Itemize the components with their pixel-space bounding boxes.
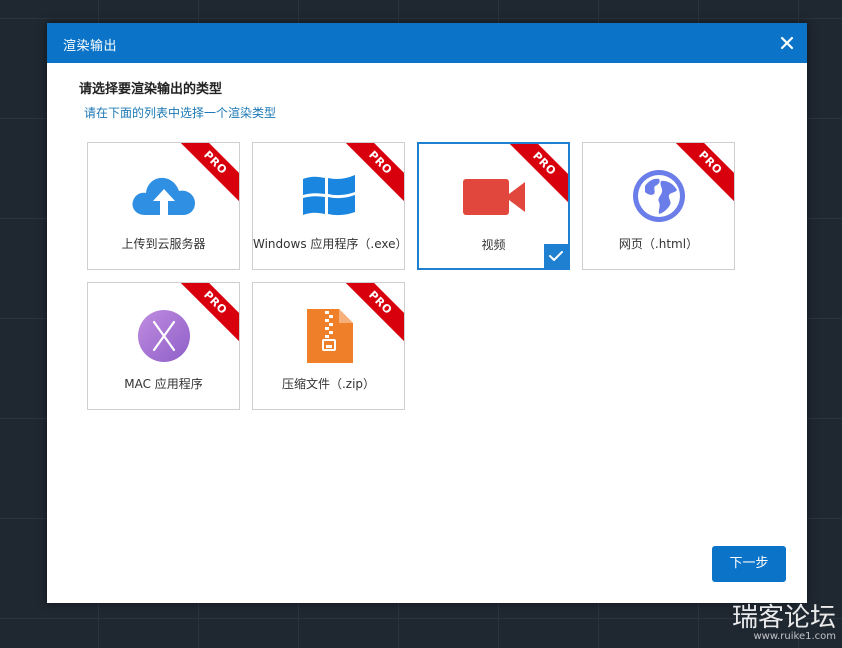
option-card-zip[interactable]: PRO 压缩文件（.zip） (252, 282, 405, 410)
mac-x-icon (88, 309, 239, 363)
video-camera-icon (419, 170, 568, 224)
watermark-text: 瑞客论坛 (731, 603, 836, 633)
option-card-webpage[interactable]: PRO 网页（.html） (582, 142, 735, 270)
option-card-video[interactable]: PRO 视频 (417, 142, 570, 270)
option-label: MAC 应用程序 (124, 377, 203, 391)
watermark: 瑞客论坛 www.ruike1.com (732, 604, 836, 642)
option-label: 网页（.html） (618, 237, 699, 251)
zip-file-icon (253, 309, 404, 363)
dialog-title: 渲染输出 (63, 39, 118, 54)
watermark-url: www.ruike1.com (753, 631, 836, 642)
option-label: 上传到云服务器 (121, 237, 206, 251)
option-card-cloud[interactable]: PRO 上传到云服务器 (87, 142, 240, 270)
option-card-mac[interactable]: PRO MAC 应用程序 (87, 282, 240, 410)
dialog-subheading: 请在下面的列表中选择一个渲染类型 (84, 106, 277, 120)
selected-check-icon (544, 244, 568, 268)
cloud-upload-icon (88, 169, 239, 223)
globe-icon (583, 169, 734, 223)
close-icon[interactable] (775, 31, 799, 55)
dialog-heading: 请选择要渲染输出的类型 (79, 82, 223, 97)
option-label: 压缩文件（.zip） (281, 377, 376, 391)
option-card-windows[interactable]: PRO Windows 应用程序（.exe） (252, 142, 405, 270)
option-label: Windows 应用程序（.exe） (253, 237, 405, 251)
render-output-dialog: 渲染输出 请选择要渲染输出的类型 请在下面的列表中选择一个渲染类型 PRO 上传… (47, 23, 807, 603)
next-button[interactable]: 下一步 (712, 546, 786, 582)
dialog-titlebar: 渲染输出 (47, 23, 807, 63)
windows-logo-icon (253, 169, 404, 223)
